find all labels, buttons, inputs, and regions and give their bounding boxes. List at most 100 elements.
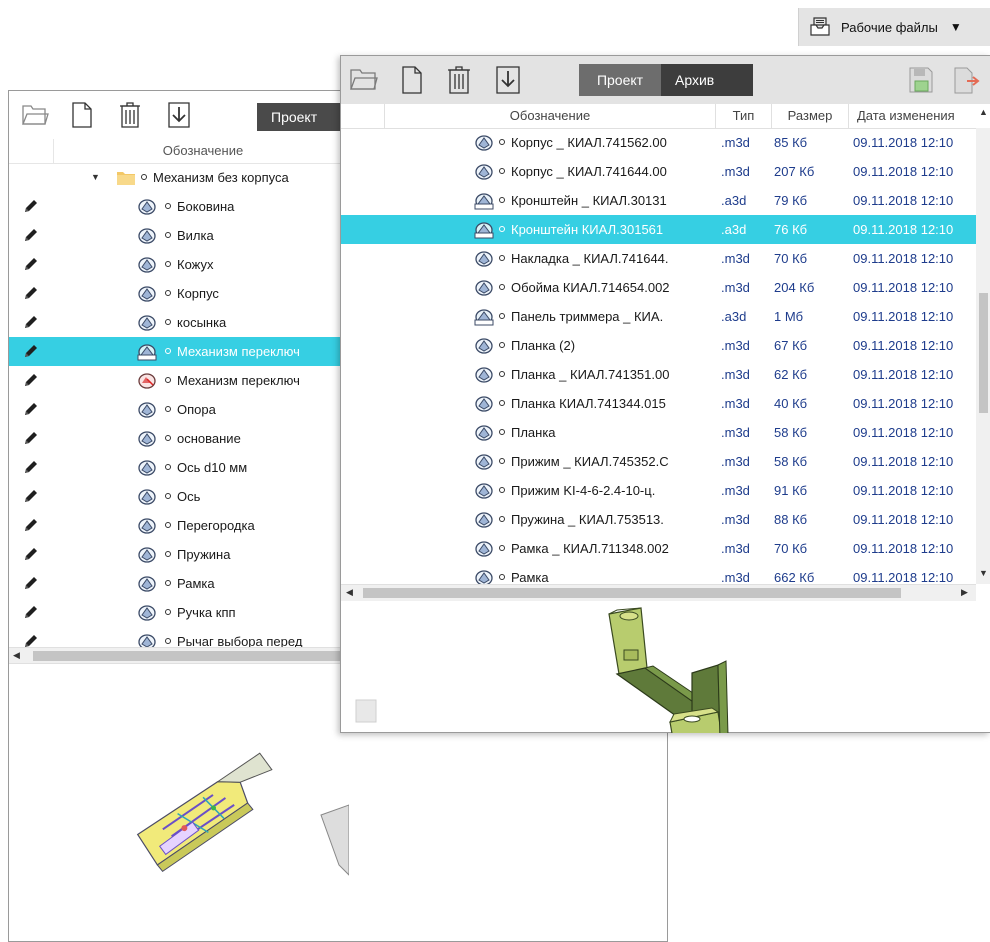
open-folder-icon[interactable] (21, 101, 49, 127)
edit-pencil-icon[interactable] (23, 256, 39, 272)
tab-archive[interactable]: Архив (661, 64, 753, 96)
edit-pencil-icon[interactable] (23, 575, 39, 591)
status-dot (499, 429, 505, 435)
tree-item[interactable]: Ручка кпп (9, 598, 341, 627)
tree-item[interactable]: Перегородка (9, 511, 341, 540)
file-type: .m3d (721, 425, 750, 440)
edit-pencil-icon[interactable] (23, 401, 39, 417)
tree-item[interactable]: Кожух (9, 250, 341, 279)
tree-item[interactable]: Механизм переключ (9, 337, 341, 366)
edit-pencil-icon[interactable] (23, 633, 39, 647)
column-header-date[interactable]: Дата изменения (849, 104, 976, 128)
file-row[interactable]: Планка .m3d 58 Кб 09.11.2018 12:10 (341, 418, 976, 447)
column-header-type[interactable]: Тип (716, 104, 772, 128)
back-horizontal-scrollbar[interactable]: ◀ (9, 647, 343, 664)
edit-pencil-icon[interactable] (23, 459, 39, 475)
file-row[interactable]: Прижим _ КИАЛ.745352.С .m3d 58 Кб 09.11.201… (341, 447, 976, 476)
tab-project[interactable]: Проект (579, 64, 661, 96)
part-icon (474, 337, 494, 355)
tree-item-label: Ось d10 мм (177, 460, 248, 475)
file-row[interactable]: Планка _ КИАЛ.741351.00 .m3d 62 Кб 09.11.20… (341, 360, 976, 389)
tree-item[interactable]: Ось d10 мм (9, 453, 341, 482)
tree-item[interactable]: Корпус (9, 279, 341, 308)
open-folder-icon[interactable] (349, 65, 379, 93)
status-dot (499, 226, 505, 232)
file-row[interactable]: Планка (2) .m3d 67 Кб 09.11.2018 12:10 (341, 331, 976, 360)
front-horizontal-scrollbar[interactable]: ◀ ▶ (341, 584, 976, 601)
download-icon[interactable] (167, 101, 191, 129)
tree-item[interactable]: Вилка (9, 221, 341, 250)
file-type: .m3d (721, 570, 750, 584)
file-type: .m3d (721, 164, 750, 179)
part-icon (137, 256, 157, 274)
file-row[interactable]: Кронштейн _ КИАЛ.30131 .a3d 79 Кб 09.11.201… (341, 186, 976, 215)
download-icon[interactable] (495, 65, 521, 95)
edit-pencil-icon[interactable] (23, 198, 39, 214)
edit-pencil-icon[interactable] (23, 343, 39, 359)
column-header-designation[interactable]: Обозначение (53, 139, 353, 163)
tree-item[interactable]: Опора (9, 395, 341, 424)
file-row[interactable]: Накладка _ КИАЛ.741644. .m3d 70 Кб 09.11.20… (341, 244, 976, 273)
tree-item[interactable]: Боковина (9, 192, 341, 221)
file-row[interactable]: Кронштейн КИАЛ.301561 .a3d 76 Кб 09.11.2018… (341, 215, 976, 244)
trash-icon[interactable] (447, 65, 471, 95)
file-row[interactable]: Планка КИАЛ.741344.015 .m3d 40 Кб 09.11.201… (341, 389, 976, 418)
front-vertical-scrollbar[interactable]: ▲ ▼ (976, 107, 990, 584)
file-row[interactable]: Пружина _ КИАЛ.753513. .m3d 88 Кб 09.11.201… (341, 505, 976, 534)
scroll-down-icon[interactable]: ▼ (979, 568, 988, 578)
scroll-up-icon[interactable]: ▲ (979, 107, 988, 117)
status-dot (499, 516, 505, 522)
edit-pencil-icon[interactable] (23, 517, 39, 533)
file-type: .a3d (721, 309, 747, 324)
edit-pencil-icon[interactable] (23, 227, 39, 243)
part-icon (137, 546, 157, 564)
tree-item[interactable]: Рамка (9, 569, 341, 598)
tree-item[interactable]: косынка (9, 308, 341, 337)
scroll-left-icon[interactable]: ◀ (346, 587, 353, 598)
file-row[interactable]: Рамка _ КИАЛ.711348.002 .m3d 70 Кб 09.11.20… (341, 534, 976, 563)
tree-item[interactable]: Рычаг выбора перед (9, 627, 341, 647)
tree-root-row[interactable]: ▼ Механизм без корпуса (9, 163, 341, 192)
new-file-icon[interactable] (401, 65, 423, 95)
scrollbar-thumb[interactable] (33, 651, 343, 661)
front-column-header: Обозначение Тип Размер Дата изменения (341, 104, 990, 129)
edit-pencil-icon[interactable] (23, 372, 39, 388)
status-dot (165, 348, 171, 354)
chevron-down-icon[interactable]: ▼ (950, 20, 962, 34)
edit-pencil-icon[interactable] (23, 430, 39, 446)
part-icon (137, 430, 157, 448)
column-header-size[interactable]: Размер (772, 104, 849, 128)
expand-arrow-icon[interactable]: ▼ (91, 172, 100, 182)
file-row[interactable]: Прижим KI-4-6-2.4-10-ц. .m3d 91 Кб 09.11.20… (341, 476, 976, 505)
scroll-right-icon[interactable]: ▶ (961, 587, 968, 598)
tree-item[interactable]: Пружина (9, 540, 341, 569)
edit-pencil-icon[interactable] (23, 546, 39, 562)
file-name: Кронштейн _ КИАЛ.30131 (511, 193, 667, 208)
scrollbar-thumb[interactable] (979, 293, 988, 413)
edit-pencil-icon[interactable] (23, 488, 39, 504)
file-date: 09.11.2018 12:10 (853, 164, 954, 179)
work-files-button[interactable]: Рабочие файлы ▼ (798, 8, 990, 46)
file-row[interactable]: Обойма КИАЛ.714654.002 .m3d 204 Кб 09.11.20… (341, 273, 976, 302)
file-row[interactable]: Рамка .m3d 662 Кб 09.11.2018 12:10 (341, 563, 976, 584)
new-file-icon[interactable] (71, 101, 93, 129)
part-icon (137, 517, 157, 535)
scroll-left-icon[interactable]: ◀ (13, 650, 20, 661)
tree-item[interactable]: Ось (9, 482, 341, 511)
scrollbar-thumb[interactable] (363, 588, 901, 598)
file-row[interactable]: Корпус _ КИАЛ.741562.00 .m3d 85 Кб 09.11.20… (341, 128, 976, 157)
part-icon (137, 285, 157, 303)
edit-pencil-icon[interactable] (23, 314, 39, 330)
tree-item[interactable]: Механизм переключ (9, 366, 341, 395)
column-header-designation[interactable]: Обозначение (385, 104, 716, 128)
trash-icon[interactable] (119, 101, 141, 129)
back-tree-list: ▼ Механизм без корпуса Боковина Вилка Кожу… (9, 163, 341, 647)
tree-item[interactable]: основание (9, 424, 341, 453)
save-icon[interactable] (909, 67, 933, 93)
file-row[interactable]: Панель триммера _ КИА. .a3d 1 Мб 09.11.2018… (341, 302, 976, 331)
edit-pencil-icon[interactable] (23, 604, 39, 620)
file-row[interactable]: Корпус _ КИАЛ.741644.00 .m3d 207 Кб 09.11.2… (341, 157, 976, 186)
edit-pencil-icon[interactable] (23, 285, 39, 301)
file-name: Кронштейн КИАЛ.301561 (511, 222, 664, 237)
export-icon[interactable] (953, 67, 981, 95)
